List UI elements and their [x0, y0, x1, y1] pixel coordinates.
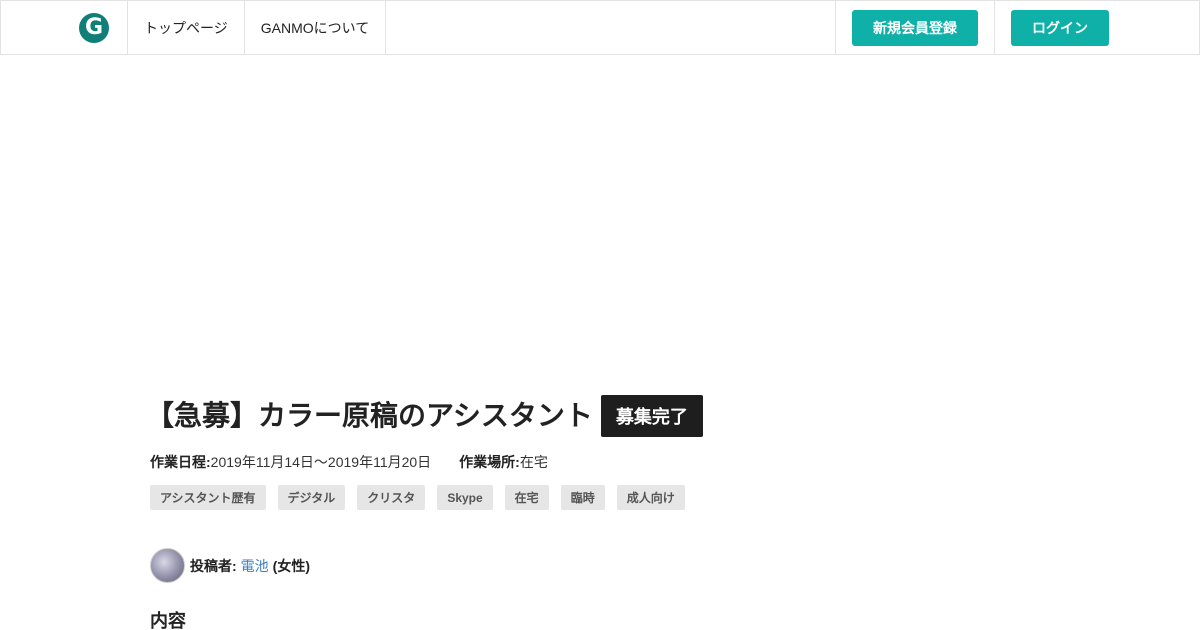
site-header: G トップページ GANMOについて 新規会員登録 ログイン: [0, 0, 1200, 55]
register-cell: 新規会員登録: [835, 1, 994, 54]
status-badge: 募集完了: [600, 395, 703, 437]
ganmo-logo-icon[interactable]: G: [79, 12, 109, 43]
avatar[interactable]: [150, 548, 185, 583]
job-title: 【急募】カラー原稿のアシスタント: [146, 400, 593, 431]
poster-name-link[interactable]: 電池: [241, 556, 269, 576]
logo-cell: G: [1, 1, 128, 54]
tag-item[interactable]: クリスタ: [357, 485, 426, 510]
content-heading: 内容: [150, 611, 186, 630]
location-value: 在宅: [519, 454, 548, 470]
schedule-value: 2019年11月14日〜2019年11月20日: [210, 454, 432, 470]
nav-about-ganmo[interactable]: GANMOについて: [245, 1, 387, 54]
job-meta: 作業日程: 2019年11月14日〜2019年11月20日 作業場所: 在宅: [150, 452, 1050, 472]
tag-item[interactable]: Skype: [437, 485, 493, 510]
job-detail: 【急募】カラー原稿のアシスタント 募集完了 作業日程: 2019年11月14日〜…: [146, 395, 1050, 630]
header-spacer: [386, 1, 835, 54]
location-meta: 作業場所: 在宅: [459, 452, 548, 472]
login-cell: ログイン: [994, 1, 1199, 54]
schedule-label: 作業日程:: [150, 454, 211, 470]
login-button[interactable]: ログイン: [1011, 9, 1109, 46]
tag-item[interactable]: 在宅: [504, 485, 549, 510]
schedule-meta: 作業日程: 2019年11月14日〜2019年11月20日: [150, 452, 431, 472]
tag-item[interactable]: 成人向け: [616, 485, 685, 510]
tag-item[interactable]: アシスタント歴有: [150, 485, 266, 510]
nav-top-page[interactable]: トップページ: [128, 1, 245, 54]
tag-item[interactable]: 臨時: [560, 485, 605, 510]
title-row: 【急募】カラー原稿のアシスタント 募集完了: [146, 395, 1050, 437]
location-label: 作業場所:: [459, 454, 520, 470]
poster-gender: (女性): [272, 557, 310, 574]
tag-item[interactable]: デジタル: [277, 485, 346, 510]
register-button[interactable]: 新規会員登録: [852, 9, 978, 46]
poster-info: 投稿者: 電池 (女性): [150, 548, 1050, 583]
poster-label: 投稿者:: [190, 557, 237, 574]
tag-list: アシスタント歴有 デジタル クリスタ Skype 在宅 臨時 成人向け: [150, 485, 1050, 510]
